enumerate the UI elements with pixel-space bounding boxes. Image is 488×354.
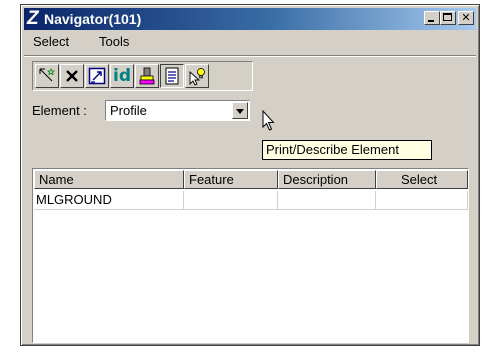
cell-name: MLGROUND <box>34 191 184 210</box>
menu-select[interactable]: Select <box>33 34 69 49</box>
wand-icon <box>39 68 55 82</box>
mouse-pointer-icon <box>262 109 275 131</box>
column-header-name[interactable]: Name <box>34 170 184 189</box>
minimize-button[interactable] <box>424 11 440 25</box>
id-icon: id <box>113 66 131 86</box>
element-dropdown-value: Profile <box>110 103 147 118</box>
fit-window-icon <box>88 67 106 85</box>
menu-bar: Select Tools <box>24 32 476 52</box>
highlight-tool[interactable] <box>135 64 159 88</box>
pointer-bulb-icon <box>189 68 205 86</box>
document-icon <box>165 67 179 85</box>
cell-feature <box>184 191 278 210</box>
window-title: Navigator(101) <box>44 11 142 27</box>
column-header-feature[interactable]: Feature <box>184 170 278 189</box>
cell-description <box>278 191 376 210</box>
x-icon <box>66 70 78 82</box>
identify-tool[interactable]: id <box>110 64 134 88</box>
column-header-description[interactable]: Description <box>278 170 376 189</box>
menu-separator <box>24 55 476 57</box>
close-button[interactable]: ✕ <box>458 11 474 25</box>
maximize-icon <box>443 13 452 21</box>
maximize-button[interactable] <box>440 11 456 25</box>
column-header-select[interactable]: Select <box>376 170 468 189</box>
print-describe-tool[interactable] <box>160 64 184 88</box>
fit-view-tool[interactable] <box>85 64 109 88</box>
app-icon: Z <box>27 8 39 29</box>
chevron-down-icon[interactable] <box>232 102 248 119</box>
toolbar: id <box>32 61 253 91</box>
delete-tool[interactable] <box>60 64 84 88</box>
table-row[interactable]: MLGROUND <box>34 191 488 210</box>
paint-icon <box>139 67 155 85</box>
navigator-window: Z Navigator(101) ✕ Select Tools id Eleme… <box>20 4 480 346</box>
element-label: Element : <box>32 103 87 118</box>
menu-tools[interactable]: Tools <box>99 34 129 49</box>
element-list[interactable]: Name Feature Description Select MLGROUND <box>32 168 469 343</box>
title-bar[interactable]: Z Navigator(101) ✕ <box>24 8 476 30</box>
tooltip: Print/Describe Element <box>262 140 432 160</box>
cell-select <box>376 191 468 210</box>
minimize-icon <box>428 20 434 22</box>
select-element-tool[interactable] <box>35 64 59 88</box>
locate-tool[interactable] <box>185 64 209 88</box>
element-dropdown[interactable]: Profile <box>105 100 250 121</box>
close-icon: ✕ <box>461 12 471 24</box>
